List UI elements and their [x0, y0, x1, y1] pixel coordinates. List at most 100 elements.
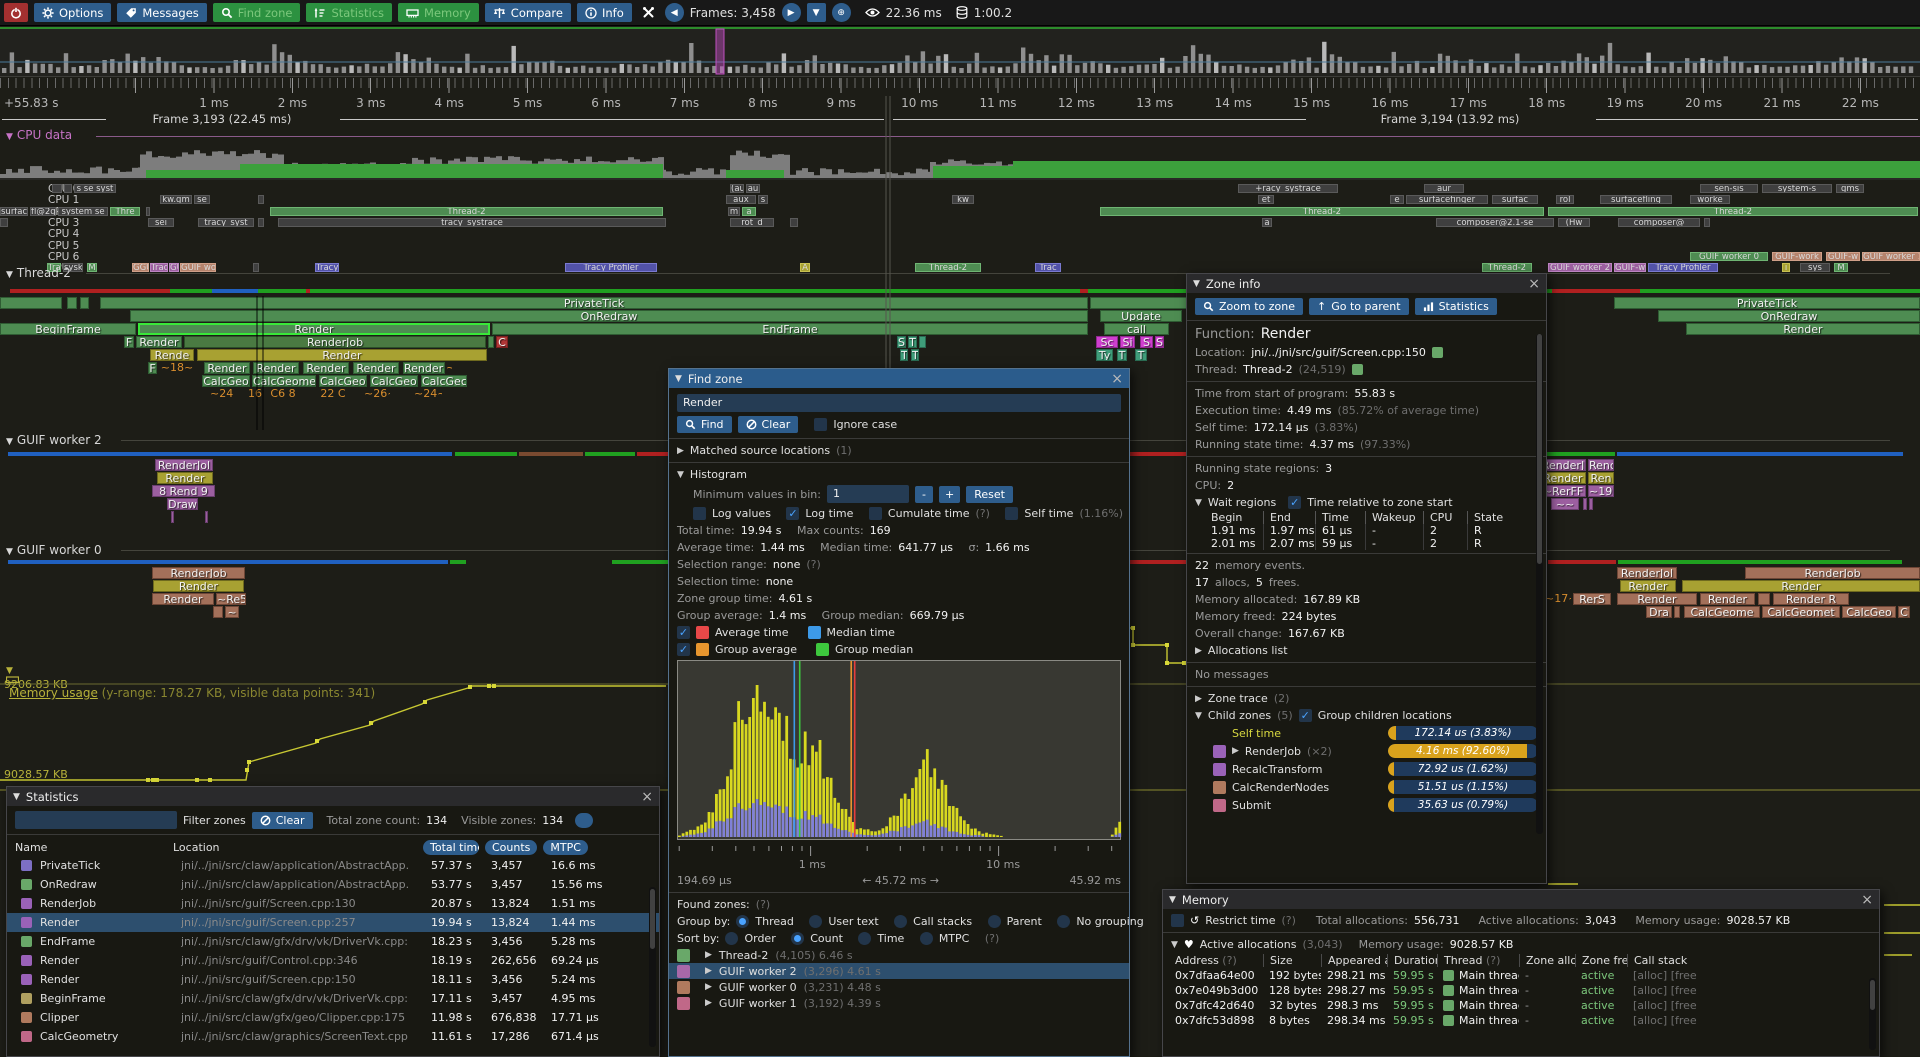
cpu-zone-chip[interactable]: surfac [1492, 195, 1538, 204]
cpu-zone-chip[interactable]: gms [1836, 184, 1864, 193]
next-frame-button[interactable]: ▶ [782, 3, 801, 22]
cpu-zone-chip[interactable]: tracy_syst [198, 218, 254, 227]
found-zone-group-row[interactable]: ▶GUIF worker 0(3,231) 4.48 s [669, 979, 1129, 995]
timeline-zone[interactable]: OnRedraw [130, 310, 1088, 322]
timeline-zone[interactable]: Render [153, 580, 244, 592]
memory-allocation-row[interactable]: 0x7dfaa64e00192 bytes298.21 ms59.95 sMai… [1163, 968, 1879, 983]
timeline-zone[interactable]: CalcGeomet [1762, 606, 1840, 618]
cpu-zone-chip[interactable] [258, 218, 264, 227]
cpu-zone-chip[interactable]: surfacefling [1600, 195, 1672, 204]
expand-triangle-icon[interactable]: ▶ [705, 950, 712, 960]
timeline-zone[interactable]: S [1155, 336, 1164, 348]
timeline-zone[interactable]: Si [1120, 336, 1135, 348]
cpu-zone-chip[interactable]: a [1262, 218, 1272, 227]
group-by-parent[interactable] [988, 915, 1001, 928]
timeline-zone[interactable]: RenderJob [1745, 567, 1920, 579]
collapse-triangle-icon[interactable]: ▼ [1193, 279, 1200, 289]
group-by-call-stacks[interactable] [894, 915, 907, 928]
timeline-zone[interactable]: F [124, 336, 134, 348]
memory-col-size[interactable]: Size [1263, 954, 1321, 967]
cpu-zone-chip[interactable]: sen-sis [1700, 184, 1758, 193]
child-zone-row[interactable]: Submit35.63 us (0.79%) [1187, 796, 1546, 814]
cpu-data-section-header[interactable]: ▼CPU data [6, 128, 72, 142]
timeline-zone[interactable]: Render [138, 323, 490, 335]
cpu-zone-chip[interactable]: Thread-2 [1548, 207, 1918, 216]
cpu-zone-chip[interactable] [64, 184, 72, 193]
allocations-list-triangle[interactable]: ▶ [1195, 646, 1202, 656]
timeline-zone[interactable]: C [496, 336, 508, 348]
statistics-row[interactable]: RenderJobjni/../jni/src/guif/Screen.cpp:… [7, 894, 659, 913]
timeline-zone[interactable]: ~ [446, 362, 452, 374]
cpu-zone-chip[interactable]: e [1390, 195, 1404, 204]
child-zone-row[interactable]: ▶RenderJob(×2)4.16 ms (92.60%) [1187, 742, 1546, 760]
timeline-zone[interactable]: RenderJob [152, 567, 245, 579]
cpu-zone-chip[interactable] [253, 263, 259, 272]
timeline-zone[interactable]: ~ [225, 606, 239, 618]
statistics-row[interactable]: Renderjni/../jni/src/guif/Control.cpp:34… [7, 951, 659, 970]
timeline-zone[interactable]: CalcGeo [370, 375, 418, 387]
cpu-zone-chip[interactable]: M [87, 263, 97, 272]
timeline-zone[interactable]: Draw [167, 498, 198, 510]
wait-col-time[interactable]: Time [1315, 511, 1365, 524]
cumulate-time-checkbox[interactable] [869, 507, 882, 520]
timeline-zone[interactable] [171, 511, 174, 523]
wait-col-end[interactable]: End [1263, 511, 1315, 524]
timeline-zone[interactable]: Ren [1588, 472, 1614, 484]
find-zone-search-input[interactable]: Render [677, 394, 1121, 412]
child-zone-row[interactable]: CalcRenderNodes51.51 us (1.15%) [1187, 778, 1546, 796]
restrict-time-checkbox[interactable] [1171, 914, 1184, 927]
bin-minus-button[interactable]: - [915, 486, 933, 503]
found-zone-group-row[interactable]: ▶GUIF worker 1(3,192) 4.39 s [669, 995, 1129, 1011]
memory-scrollbar[interactable] [1869, 978, 1876, 1050]
close-icon[interactable]: × [641, 790, 653, 804]
timeline-zone[interactable]: PrivateTick [100, 297, 1088, 309]
cpu-zone-chip[interactable]: A [800, 263, 810, 272]
sort-by-count[interactable] [791, 932, 804, 945]
timeline-zone[interactable]: Render [136, 336, 182, 348]
legend-checkbox[interactable]: ✓ [677, 626, 690, 639]
cpu-zone-chip[interactable]: M [1834, 263, 1848, 272]
timeline-zone[interactable]: Render [1682, 580, 1920, 592]
expand-triangle-icon[interactable]: ▶ [1232, 746, 1239, 756]
cpu-zone-chip[interactable]: et [1258, 195, 1274, 204]
find-zone-titlebar[interactable]: ▼ Find zone × [669, 369, 1129, 388]
timeline-zone[interactable]: Render [152, 593, 214, 605]
timeline-zone[interactable]: ~19~ [1588, 485, 1614, 497]
min-values-input[interactable]: 1 [827, 485, 909, 503]
thread-section-header[interactable]: ▼GUIF worker 2 [6, 433, 102, 447]
toolbar-compare-button[interactable]: Compare [485, 3, 571, 22]
statistics-row[interactable]: OnRedrawjni/../jni/src/claw/application/… [7, 875, 659, 894]
cpu-zone-chip[interactable]: +racy_systrace [1238, 184, 1338, 193]
thread-section-header[interactable]: ▼Thread-2 [6, 266, 71, 280]
timeline-zone[interactable]: Dra [1646, 606, 1672, 618]
cpu-zone-chip[interactable]: Thre [110, 207, 140, 216]
timeline-zone[interactable]: ~~ [1551, 498, 1579, 510]
cpu-zone-chip[interactable]: s [758, 195, 768, 204]
timeline-zone[interactable]: S [1140, 336, 1153, 348]
timeline-zone[interactable]: 16 [246, 388, 264, 400]
timeline-zone[interactable]: OnRedraw [1658, 310, 1920, 322]
filter-zones-input[interactable] [15, 811, 177, 829]
timeline-zone[interactable]: RenderJob [184, 336, 486, 348]
toolbar-messages-button[interactable]: Messages [117, 3, 206, 22]
cpu-zone-chip[interactable]: (Hw [1558, 218, 1590, 227]
cpu-zone-chip[interactable]: Trac [1035, 263, 1061, 272]
toolbar-options-button[interactable]: Options [34, 3, 111, 22]
cpu-zone-chip[interactable]: worke [1690, 195, 1730, 204]
cpu-zone-chip[interactable] [52, 184, 62, 193]
time-relative-checkbox[interactable]: ✓ [1288, 496, 1301, 509]
timeline-zone[interactable]: Rende [150, 349, 194, 361]
timeline-zone[interactable]: CalcGeor [319, 375, 367, 387]
stats-col-location[interactable]: Location [173, 841, 417, 854]
toolbar-tools-icon[interactable] [642, 6, 655, 19]
timeline-zone[interactable]: RenderJol [155, 459, 213, 471]
timeline-zone[interactable] [1583, 498, 1587, 510]
cpu-zone-chip[interactable] [1704, 218, 1710, 227]
cpu-zone-chip[interactable]: GUIF-w [1826, 252, 1860, 261]
cpu-zone-chip[interactable]: GUIF worker 1 [1862, 252, 1920, 261]
cpu-zone-chip[interactable]: aux [726, 195, 756, 204]
timeline-zone[interactable]: T [908, 336, 917, 348]
zoom-to-zone-button[interactable]: Zoom to zone [1195, 298, 1303, 315]
wait-col-wakeup[interactable]: Wakeup [1365, 511, 1423, 524]
timeline-zone[interactable] [1589, 498, 1593, 510]
